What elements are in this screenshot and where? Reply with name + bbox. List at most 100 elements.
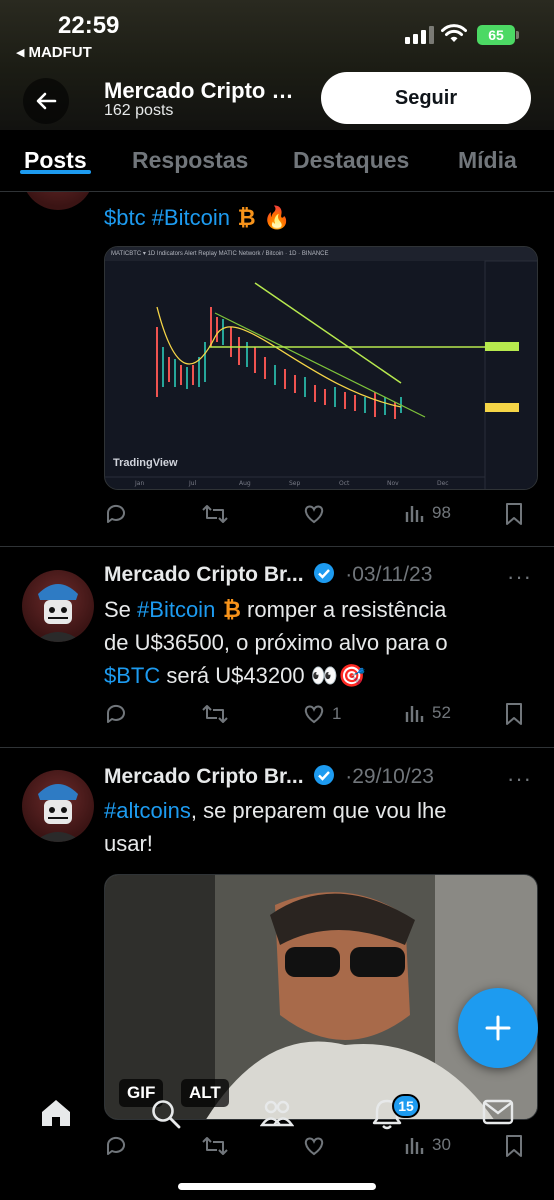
back-to-app-link[interactable]: ◀ MADFUT: [16, 44, 92, 61]
compose-button[interactable]: [458, 988, 538, 1068]
svg-text:Nov: Nov: [387, 480, 399, 487]
post-text-line: $btc #Bitcoin ₿ 🔥: [104, 205, 291, 231]
avatar[interactable]: [22, 192, 94, 210]
repost-button[interactable]: [202, 502, 228, 526]
post-text-line: de U$36500, o próximo alvo para o: [104, 630, 448, 655]
repost-button[interactable]: [202, 702, 228, 726]
post-header: Mercado Cripto Br... ·03/11/23: [104, 562, 432, 587]
bar-chart-icon: [405, 706, 424, 722]
tab-label: Mídia: [458, 147, 517, 173]
nav-search[interactable]: [150, 1098, 182, 1135]
verified-badge-icon: [314, 765, 335, 785]
bookmark-button[interactable]: [504, 702, 524, 726]
wifi-icon: [441, 24, 467, 42]
svg-text:Jan: Jan: [134, 480, 144, 487]
author-name[interactable]: Mercado Cripto Br...: [104, 765, 304, 788]
views-button[interactable]: 98: [404, 502, 451, 524]
svg-text:Aug: Aug: [239, 480, 251, 487]
svg-text:Oct: Oct: [339, 480, 350, 487]
svg-text:Dec: Dec: [437, 480, 449, 487]
post-text-line: #altcoins, se preparem que vou lhe: [104, 794, 446, 827]
hashtag-link[interactable]: #Bitcoin: [137, 597, 215, 622]
reply-button[interactable]: [104, 502, 128, 526]
plus-icon: [485, 1015, 511, 1041]
reply-button[interactable]: [104, 702, 128, 726]
status-bar: 22:59 ◀ MADFUT 65: [0, 0, 554, 70]
post-divider: [0, 546, 554, 547]
battery-icon: 65: [477, 25, 519, 45]
repost-icon: [202, 705, 228, 723]
hashtag-link[interactable]: $btc #Bitcoin: [104, 205, 230, 230]
bottom-navigation: [0, 1086, 554, 1146]
post-text-line: Se #Bitcoin ₿ romper a resistência: [104, 593, 446, 627]
avatar-image: [34, 784, 82, 842]
avatar[interactable]: [22, 570, 94, 642]
like-button[interactable]: 1: [302, 702, 341, 726]
back-button[interactable]: [23, 78, 69, 124]
fire-emoji: 🔥: [263, 206, 291, 231]
post-actions: 1 52: [104, 702, 524, 732]
avatar[interactable]: [22, 770, 94, 842]
post-count: 162 posts: [104, 102, 174, 119]
chart-image[interactable]: MATICBTC ▾ 1D Indicators Alert Replay MA…: [104, 246, 538, 490]
battery-level: 65: [488, 27, 504, 43]
tab-posts[interactable]: Posts: [20, 130, 91, 174]
status-time: 22:59: [58, 12, 120, 39]
profile-name: Mercado Cripto Brasil: [104, 78, 300, 103]
bitcoin-emoji: ₿: [215, 598, 241, 623]
follow-button[interactable]: Seguir: [321, 72, 531, 124]
svg-text:Sep: Sep: [289, 480, 301, 487]
tab-replies[interactable]: Respostas: [132, 130, 248, 174]
arrow-left-icon: [36, 92, 57, 110]
tradingview-brand: TradingView: [113, 457, 178, 469]
bookmark-icon: [506, 703, 522, 725]
tab-media[interactable]: Mídia: [458, 130, 517, 174]
tab-label: Destaques: [293, 147, 410, 173]
post-date[interactable]: ·03/11/23: [345, 563, 432, 586]
post-text: Se: [104, 597, 138, 622]
repost-icon: [202, 505, 228, 523]
svg-text:Jul: Jul: [188, 480, 197, 487]
back-app-label: MADFUT: [28, 44, 92, 61]
cashtag-link[interactable]: $BTC: [104, 663, 160, 688]
profile-tabs: Posts Respostas Destaques Mídia: [0, 130, 554, 192]
post-actions: 98: [104, 502, 524, 532]
heart-icon: [304, 505, 324, 524]
price-chart-graphic: Jan Jul Aug Sep Oct Nov Dec: [105, 260, 537, 489]
reply-icon: [106, 704, 125, 723]
post-date[interactable]: ·29/10/23: [345, 765, 434, 788]
nav-home[interactable]: [40, 1098, 72, 1133]
views-button[interactable]: 52: [404, 702, 451, 724]
profile-header: Mercado Cripto Brasil 162 posts Seguir: [0, 70, 554, 130]
cellular-signal-icon: [405, 26, 434, 44]
views-count: 52: [432, 703, 451, 722]
like-button[interactable]: [302, 502, 326, 526]
post-text: será U$43200: [160, 663, 311, 688]
post-text-line: $BTC será U$43200 👀🎯: [104, 659, 365, 693]
post-text: , se preparem que vou lhe: [190, 798, 447, 823]
more-options-icon[interactable]: ···: [507, 766, 532, 792]
tab-label: Respostas: [132, 147, 249, 173]
views-count: 98: [432, 503, 451, 522]
post-text-line: usar!: [104, 831, 153, 856]
hashtag-link[interactable]: #altcoins: [104, 798, 191, 823]
tab-highlights[interactable]: Destaques: [293, 130, 409, 174]
like-count: 1: [332, 704, 342, 723]
notifications-count-badge: 15: [392, 1094, 420, 1118]
people-icon: [259, 1100, 295, 1127]
active-tab-indicator: [20, 170, 91, 174]
home-indicator[interactable]: [178, 1183, 376, 1190]
post-text: romper a resistência: [240, 597, 447, 622]
nav-messages[interactable]: [482, 1098, 514, 1131]
author-name[interactable]: Mercado Cripto Br...: [104, 563, 304, 586]
more-options-icon[interactable]: ···: [507, 564, 532, 590]
post-divider: [0, 747, 554, 748]
avatar-image: [34, 584, 82, 642]
post-header: Mercado Cripto Br... ·29/10/23: [104, 764, 434, 789]
mail-icon: [482, 1099, 514, 1125]
verified-badge-icon: [314, 563, 335, 583]
nav-communities[interactable]: [259, 1098, 295, 1133]
bookmark-icon: [506, 503, 522, 525]
bookmark-button[interactable]: [504, 502, 524, 526]
search-icon: [152, 1100, 181, 1129]
